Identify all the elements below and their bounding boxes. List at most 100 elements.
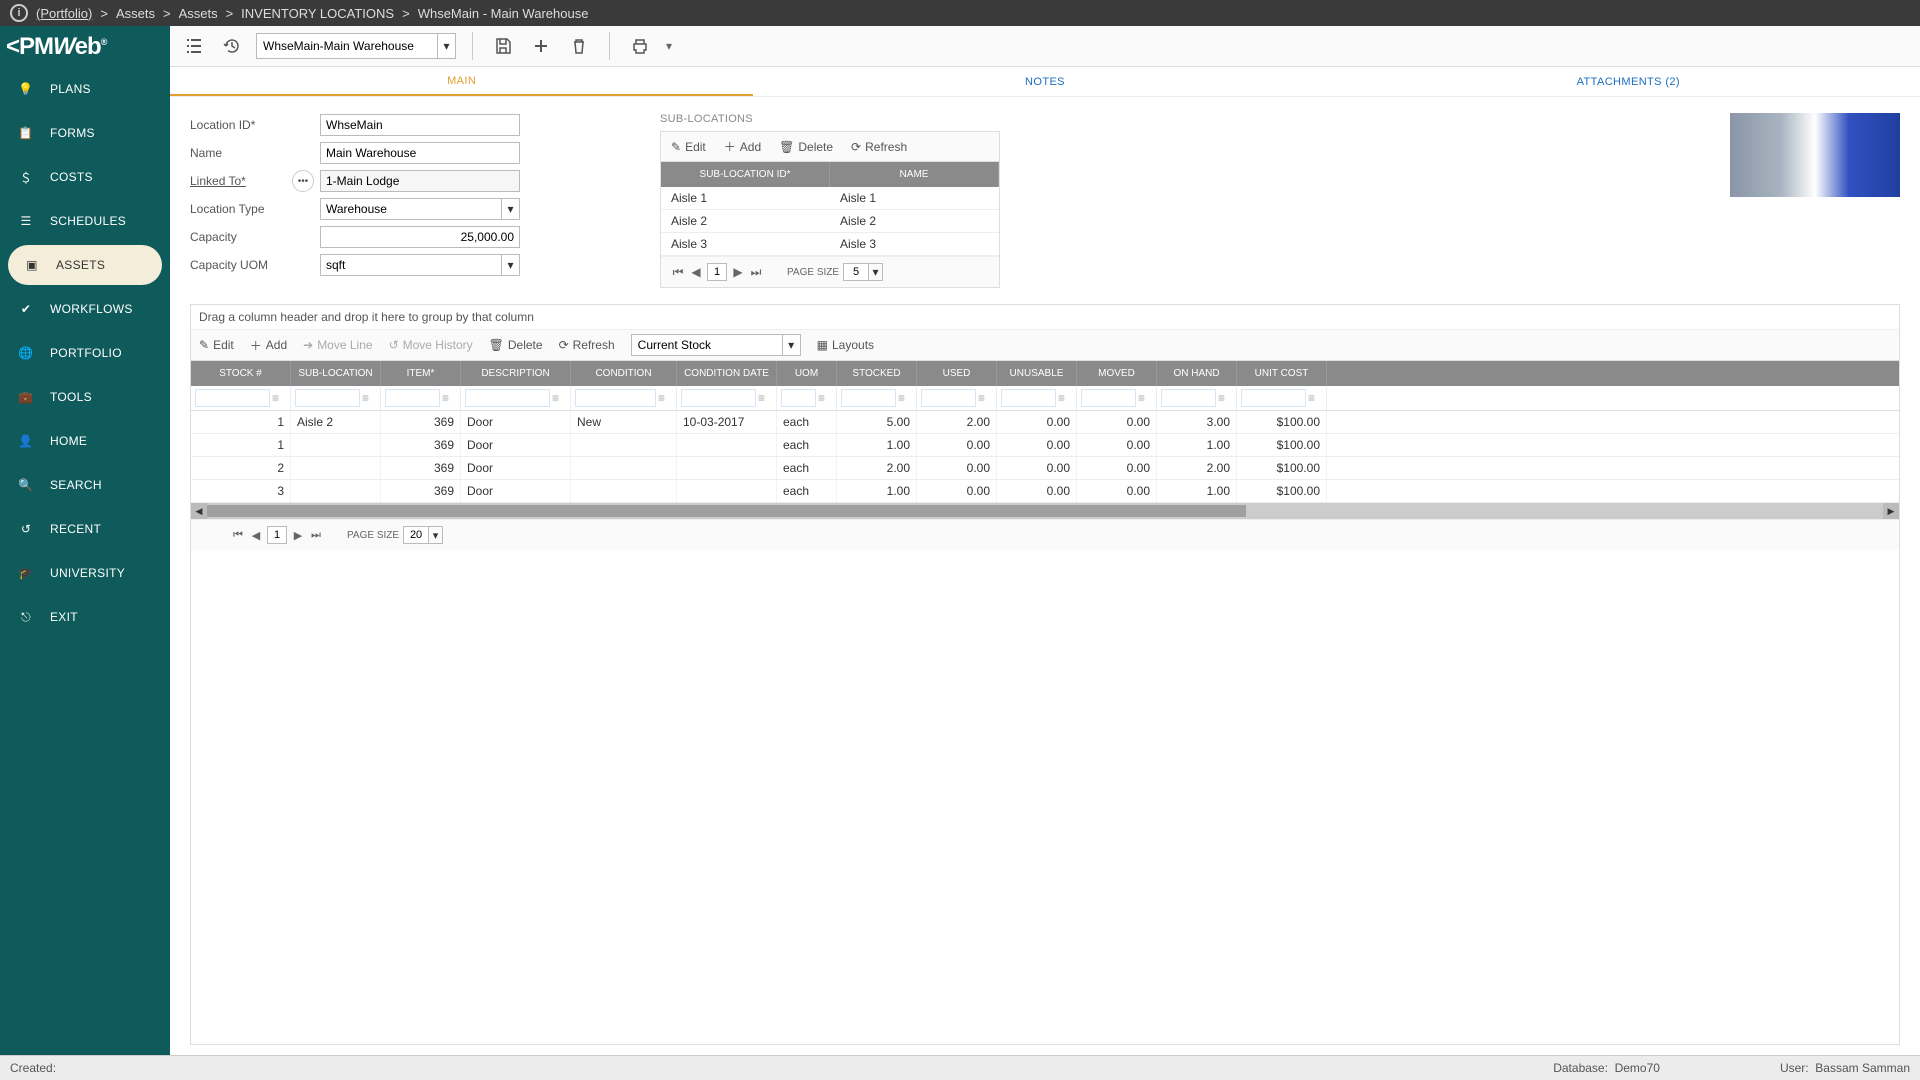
subloc-edit-button[interactable]: ✎Edit bbox=[671, 138, 706, 155]
subloc-row[interactable]: Aisle 2Aisle 2 bbox=[661, 210, 999, 233]
sidebar-item-schedules[interactable]: ☰SCHEDULES bbox=[0, 199, 170, 243]
chevron-down-icon[interactable]: ▾ bbox=[868, 264, 882, 280]
ellipsis-icon[interactable]: ••• bbox=[292, 170, 314, 192]
grid-filter-input[interactable] bbox=[1001, 389, 1056, 407]
grid-edit-button[interactable]: ✎Edit bbox=[199, 338, 234, 352]
grid-layouts-button[interactable]: ▦Layouts bbox=[817, 338, 874, 352]
breadcrumb-1[interactable]: Assets bbox=[116, 6, 155, 21]
grid-header-cell[interactable]: MOVED bbox=[1077, 361, 1157, 386]
record-selector[interactable]: ▾ bbox=[256, 33, 456, 59]
capacity-uom-select[interactable]: ▾ bbox=[320, 254, 520, 276]
tab-notes[interactable]: NOTES bbox=[753, 67, 1336, 96]
linked-to-input[interactable] bbox=[320, 170, 520, 192]
subloc-refresh-button[interactable]: ⟳Refresh bbox=[851, 138, 907, 155]
sidebar-item-exit[interactable]: ⎋EXIT bbox=[0, 595, 170, 639]
breadcrumb-2[interactable]: Assets bbox=[179, 6, 218, 21]
grid-filter-input[interactable] bbox=[1081, 389, 1136, 407]
save-icon[interactable] bbox=[489, 32, 517, 60]
breadcrumb-portfolio[interactable]: (Portfolio) bbox=[36, 6, 92, 21]
sidebar-item-plans[interactable]: 💡PLANS bbox=[0, 67, 170, 111]
chevron-down-icon[interactable]: ▾ bbox=[437, 34, 455, 58]
grid-header-cell[interactable]: UNIT COST bbox=[1237, 361, 1327, 386]
horizontal-scrollbar[interactable]: ◀ ▶ bbox=[191, 503, 1899, 519]
next-page-icon[interactable]: ▶ bbox=[731, 265, 745, 279]
group-by-bar[interactable]: Drag a column header and drop it here to… bbox=[191, 305, 1899, 330]
filter-icon[interactable]: ≡ bbox=[1218, 391, 1232, 405]
sidebar-item-assets[interactable]: ▣ASSETS bbox=[8, 245, 162, 285]
filter-icon[interactable]: ≡ bbox=[362, 391, 376, 405]
subloc-header-name[interactable]: NAME bbox=[830, 162, 999, 187]
grid-filter-input[interactable] bbox=[1161, 389, 1216, 407]
grid-row[interactable]: 1369Dooreach1.000.000.000.001.00$100.00 bbox=[191, 434, 1899, 457]
grid-row[interactable]: 1Aisle 2369DoorNew10-03-2017each5.002.00… bbox=[191, 411, 1899, 434]
sidebar-item-home[interactable]: 👤HOME bbox=[0, 419, 170, 463]
chevron-down-icon[interactable]: ▾ bbox=[428, 527, 442, 543]
subloc-row[interactable]: Aisle 3Aisle 3 bbox=[661, 233, 999, 256]
grid-header-cell[interactable]: CONDITION bbox=[571, 361, 677, 386]
next-page-icon[interactable]: ▶ bbox=[291, 528, 305, 542]
subloc-page-input[interactable] bbox=[707, 263, 727, 281]
grid-move-history-button[interactable]: ↺Move History bbox=[389, 338, 473, 352]
filter-icon[interactable]: ≡ bbox=[818, 391, 832, 405]
name-input[interactable] bbox=[320, 142, 520, 164]
chevron-down-icon[interactable]: ▾ bbox=[501, 199, 519, 219]
grid-refresh-button[interactable]: ⟳Refresh bbox=[559, 338, 615, 352]
record-selector-input[interactable] bbox=[257, 34, 437, 58]
scroll-left-icon[interactable]: ◀ bbox=[191, 503, 207, 519]
first-page-icon[interactable]: ⏮ bbox=[231, 528, 245, 542]
grid-move-line-button[interactable]: ➔Move Line bbox=[303, 338, 372, 352]
sidebar-item-costs[interactable]: ＄COSTS bbox=[0, 155, 170, 199]
location-type-select[interactable]: ▾ bbox=[320, 198, 520, 220]
grid-row[interactable]: 2369Dooreach2.000.000.000.002.00$100.00 bbox=[191, 457, 1899, 480]
print-dropdown-icon[interactable]: ▾ bbox=[664, 32, 674, 60]
subloc-delete-button[interactable]: 🗑Delete bbox=[779, 138, 833, 155]
subloc-row[interactable]: Aisle 1Aisle 1 bbox=[661, 187, 999, 210]
sidebar-item-university[interactable]: 🎓UNIVERSITY bbox=[0, 551, 170, 595]
grid-filter-input[interactable] bbox=[385, 389, 440, 407]
filter-icon[interactable]: ≡ bbox=[658, 391, 672, 405]
grid-header-cell[interactable]: STOCK # bbox=[191, 361, 291, 386]
sidebar-item-search[interactable]: 🔍SEARCH bbox=[0, 463, 170, 507]
grid-page-size[interactable]: ▾ bbox=[403, 526, 443, 544]
grid-add-button[interactable]: ＋Add bbox=[250, 337, 287, 354]
filter-icon[interactable]: ≡ bbox=[272, 391, 286, 405]
grid-page-input[interactable] bbox=[267, 526, 287, 544]
prev-page-icon[interactable]: ◀ bbox=[689, 265, 703, 279]
breadcrumb-3[interactable]: INVENTORY LOCATIONS bbox=[241, 6, 394, 21]
app-logo[interactable]: <PMWeb® bbox=[0, 26, 170, 67]
filter-icon[interactable]: ≡ bbox=[1308, 391, 1322, 405]
list-icon[interactable] bbox=[180, 32, 208, 60]
prev-page-icon[interactable]: ◀ bbox=[249, 528, 263, 542]
filter-icon[interactable]: ≡ bbox=[1058, 391, 1072, 405]
grid-filter-input[interactable] bbox=[465, 389, 550, 407]
chevron-down-icon[interactable]: ▾ bbox=[501, 255, 519, 275]
tab-attachments[interactable]: ATTACHMENTS (2) bbox=[1337, 67, 1920, 96]
subloc-page-size[interactable]: ▾ bbox=[843, 263, 883, 281]
grid-filter-input[interactable] bbox=[1241, 389, 1306, 407]
location-image[interactable] bbox=[1730, 113, 1900, 197]
filter-icon[interactable]: ≡ bbox=[442, 391, 456, 405]
delete-icon[interactable] bbox=[565, 32, 593, 60]
last-page-icon[interactable]: ⏭ bbox=[309, 528, 323, 542]
grid-row[interactable]: 3369Dooreach1.000.000.000.001.00$100.00 bbox=[191, 480, 1899, 503]
history-icon[interactable] bbox=[218, 32, 246, 60]
grid-filter-input[interactable] bbox=[921, 389, 976, 407]
grid-header-cell[interactable]: CONDITION DATE bbox=[677, 361, 777, 386]
first-page-icon[interactable]: ⏮ bbox=[671, 265, 685, 279]
grid-header-cell[interactable]: STOCKED bbox=[837, 361, 917, 386]
grid-header-cell[interactable]: SUB-LOCATION bbox=[291, 361, 381, 386]
grid-header-cell[interactable]: ON HAND bbox=[1157, 361, 1237, 386]
grid-filter-input[interactable] bbox=[575, 389, 656, 407]
filter-icon[interactable]: ≡ bbox=[758, 391, 772, 405]
grid-header-cell[interactable]: USED bbox=[917, 361, 997, 386]
grid-filter-input[interactable] bbox=[195, 389, 270, 407]
capacity-input[interactable] bbox=[320, 226, 520, 248]
tab-main[interactable]: MAIN bbox=[170, 67, 753, 96]
info-icon[interactable]: i bbox=[10, 4, 28, 22]
grid-delete-button[interactable]: 🗑Delete bbox=[489, 338, 543, 352]
sidebar-item-portfolio[interactable]: 🌐PORTFOLIO bbox=[0, 331, 170, 375]
last-page-icon[interactable]: ⏭ bbox=[749, 265, 763, 279]
grid-header-cell[interactable]: DESCRIPTION bbox=[461, 361, 571, 386]
filter-icon[interactable]: ≡ bbox=[898, 391, 912, 405]
subloc-add-button[interactable]: ＋Add bbox=[724, 138, 761, 155]
